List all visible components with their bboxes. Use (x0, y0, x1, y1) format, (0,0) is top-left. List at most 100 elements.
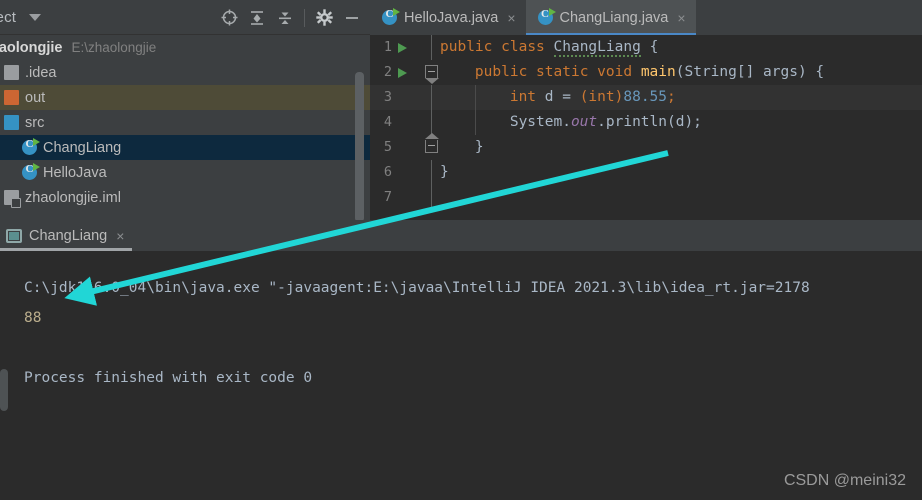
gutter-line-number: 4 (383, 114, 392, 130)
tree-item-label: HelloJava (43, 164, 107, 181)
close-icon[interactable]: × (677, 11, 685, 25)
code-line-7[interactable]: 7 (370, 185, 922, 210)
code-line-2[interactable]: 2 public static void main(String[] args)… (370, 60, 922, 85)
gutter-line-number: 5 (383, 139, 392, 155)
file-grey-icon (4, 190, 21, 208)
tree-item-label: zhaolongjie.iml (25, 189, 121, 206)
close-icon[interactable]: × (116, 229, 124, 243)
code-line-text: } (440, 135, 484, 160)
console-line-output: 88 (24, 310, 42, 326)
expand-all-icon[interactable] (243, 4, 271, 32)
system-ref: System. (509, 114, 571, 130)
tree-item-src[interactable]: src (0, 110, 370, 135)
field-out: out (570, 114, 598, 130)
tree-item-out[interactable]: out (0, 85, 370, 110)
code-line-text: int d = (int)88.55; (440, 85, 676, 110)
ide-window: ject (0, 0, 922, 500)
code-line-3[interactable]: 3 int d = (int)88.55; (370, 85, 922, 110)
java-class-icon (22, 163, 40, 180)
kw-int: int (509, 89, 537, 105)
kw-class: class (501, 39, 545, 55)
tree-item-project-root[interactable]: haolongjie E:\zhaolongjie (0, 35, 370, 60)
brace-close: } (440, 164, 449, 180)
console-line-command: C:\jdk1.6.0_04\bin\java.exe "-javaagent:… (24, 280, 810, 296)
fold-guide (431, 185, 432, 210)
java-class-icon (382, 8, 400, 25)
run-tab-label: ChangLiang (29, 227, 108, 244)
cast-int: (int) (579, 89, 624, 105)
tree-item-label: haolongjie (0, 39, 63, 56)
project-tree-scrollbar[interactable] (355, 72, 364, 220)
literal-number: 88.55 (623, 89, 668, 105)
project-panel-toolbar (215, 0, 366, 35)
var-decl: d = (536, 89, 580, 105)
toolbar-separator (304, 8, 305, 27)
project-panel-header: ject (0, 0, 370, 35)
project-panel-title: ject (0, 8, 17, 26)
brace-open: { (649, 39, 659, 55)
semicolon: ; (667, 89, 676, 105)
method-name-main: main (640, 64, 676, 80)
code-line-text: System.out.println(d); (440, 110, 702, 135)
fold-guide (431, 35, 432, 60)
code-line-1[interactable]: 1 public class ChangLiang { (370, 35, 922, 60)
java-class-icon (537, 8, 556, 25)
folder-grey-icon (4, 65, 19, 80)
editor-panel: HelloJava.java × ChangLiang.java × 1 pub… (370, 0, 922, 220)
select-opened-file-icon[interactable] (215, 4, 243, 32)
method-params: (String[] args) { (675, 64, 825, 80)
code-editor[interactable]: 1 public class ChangLiang { 2 public sta… (370, 35, 922, 220)
folder-blue-icon (4, 115, 19, 130)
gutter-line-number: 6 (383, 164, 392, 180)
collapse-all-icon[interactable] (271, 4, 299, 32)
editor-tab-label: HelloJava.java (404, 9, 499, 26)
editor-tab-hellojava[interactable]: HelloJava.java × (370, 0, 526, 35)
tree-item-label: src (25, 114, 45, 131)
kw-public: public (474, 64, 528, 80)
code-line-text: } (440, 160, 449, 185)
project-tool-window: ject (0, 0, 370, 220)
console-line-finished: Process finished with exit code 0 (24, 370, 313, 386)
gutter-line-number: 2 (383, 64, 392, 80)
run-gutter-icon[interactable] (398, 68, 407, 78)
println-call: .println(d); (597, 114, 702, 130)
tree-item-iml[interactable]: zhaolongjie.iml (0, 185, 370, 210)
run-gutter-icon[interactable] (398, 43, 407, 53)
tree-item-hellojava[interactable]: HelloJava (0, 160, 370, 185)
watermark: CSDN @meini32 (783, 472, 906, 489)
tree-item-label: ChangLiang (43, 139, 122, 156)
close-icon[interactable]: × (507, 11, 515, 25)
project-title-button[interactable]: ject (0, 8, 42, 26)
code-line-4[interactable]: 4 System.out.println(d); (370, 110, 922, 135)
code-line-5[interactable]: 5 } (370, 133, 922, 160)
run-tabbar: ChangLiang × (0, 220, 922, 251)
tree-item-label: out (25, 89, 46, 106)
fold-guide (431, 160, 432, 185)
console-icon (6, 228, 22, 243)
gear-icon[interactable] (310, 4, 338, 32)
chevron-down-icon[interactable] (29, 13, 42, 21)
code-line-text: public class ChangLiang { (440, 35, 658, 60)
code-line-6[interactable]: 6 } (370, 160, 922, 185)
java-class-icon (22, 138, 40, 155)
tree-item-changliang[interactable]: ChangLiang (0, 135, 370, 160)
run-tab-changliang[interactable]: ChangLiang × (0, 220, 133, 251)
folder-orange-icon (4, 90, 19, 105)
code-line-text: public static void main(String[] args) { (440, 60, 824, 85)
fold-collapse-icon[interactable] (425, 65, 439, 84)
tree-item-idea[interactable]: .idea (0, 60, 370, 85)
run-tool-window: ChangLiang × C:\jdk1.6.0_04\bin\java.exe… (0, 220, 922, 500)
console-scrollbar[interactable] (0, 369, 8, 411)
fold-guide (431, 110, 432, 135)
tree-item-path: E:\zhaolongjie (71, 40, 157, 55)
editor-tab-changliang[interactable]: ChangLiang.java × (525, 0, 696, 35)
kw-static: static (536, 64, 589, 80)
gutter-line-number: 1 (383, 39, 392, 55)
brace-close: } (474, 139, 484, 155)
fold-collapse-end-icon[interactable] (425, 133, 439, 153)
console-output[interactable]: C:\jdk1.6.0_04\bin\java.exe "-javaagent:… (0, 251, 922, 500)
gutter-line-number: 3 (383, 89, 392, 105)
minimize-icon[interactable] (338, 4, 366, 32)
project-tree[interactable]: haolongjie E:\zhaolongjie .idea out src … (0, 35, 370, 220)
fold-guide (431, 85, 432, 110)
